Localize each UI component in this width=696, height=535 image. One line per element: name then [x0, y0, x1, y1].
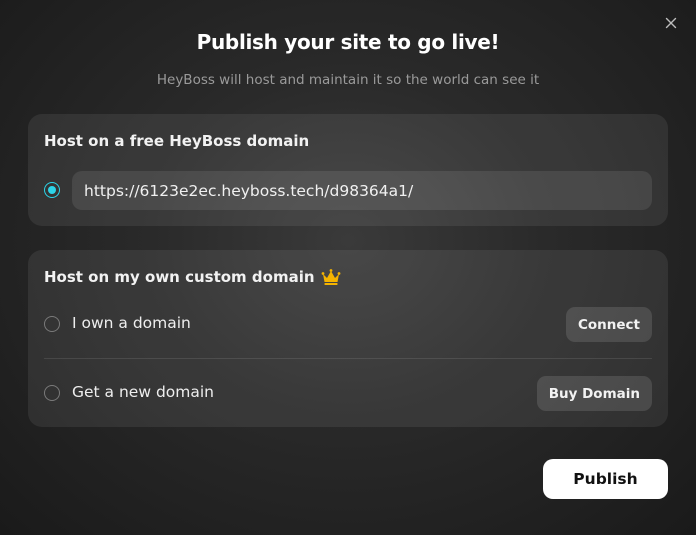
custom-domain-heading: Host on my own custom domain — [44, 268, 341, 286]
buy-domain-button[interactable]: Buy Domain — [536, 376, 652, 411]
publish-button[interactable]: Publish — [543, 459, 668, 499]
free-domain-radio[interactable] — [44, 182, 60, 198]
new-domain-label: Get a new domain — [72, 383, 214, 401]
free-domain-url-text: https://6123e2ec.heyboss.tech/d98364a1/ — [84, 181, 414, 200]
crown-icon — [321, 268, 341, 286]
own-domain-radio[interactable] — [44, 316, 60, 332]
dialog-title: Publish your site to go live! — [196, 30, 500, 54]
publish-dialog: Publish your site to go live! HeyBoss wi… — [0, 0, 696, 535]
custom-domain-heading-text: Host on my own custom domain — [44, 268, 315, 286]
connect-button[interactable]: Connect — [565, 307, 652, 342]
dialog-subtitle: HeyBoss will host and maintain it so the… — [156, 72, 540, 88]
custom-domain-card: Host on my own custom domain I own a dom… — [28, 250, 668, 427]
free-domain-url-field[interactable]: https://6123e2ec.heyboss.tech/d98364a1/ — [72, 171, 652, 210]
own-domain-label: I own a domain — [72, 314, 191, 332]
options-divider — [44, 358, 652, 359]
free-domain-card: Host on a free HeyBoss domain https://61… — [28, 114, 668, 226]
free-domain-heading-text: Host on a free HeyBoss domain — [44, 132, 310, 150]
new-domain-radio[interactable] — [44, 385, 60, 401]
free-domain-heading: Host on a free HeyBoss domain — [44, 132, 309, 150]
